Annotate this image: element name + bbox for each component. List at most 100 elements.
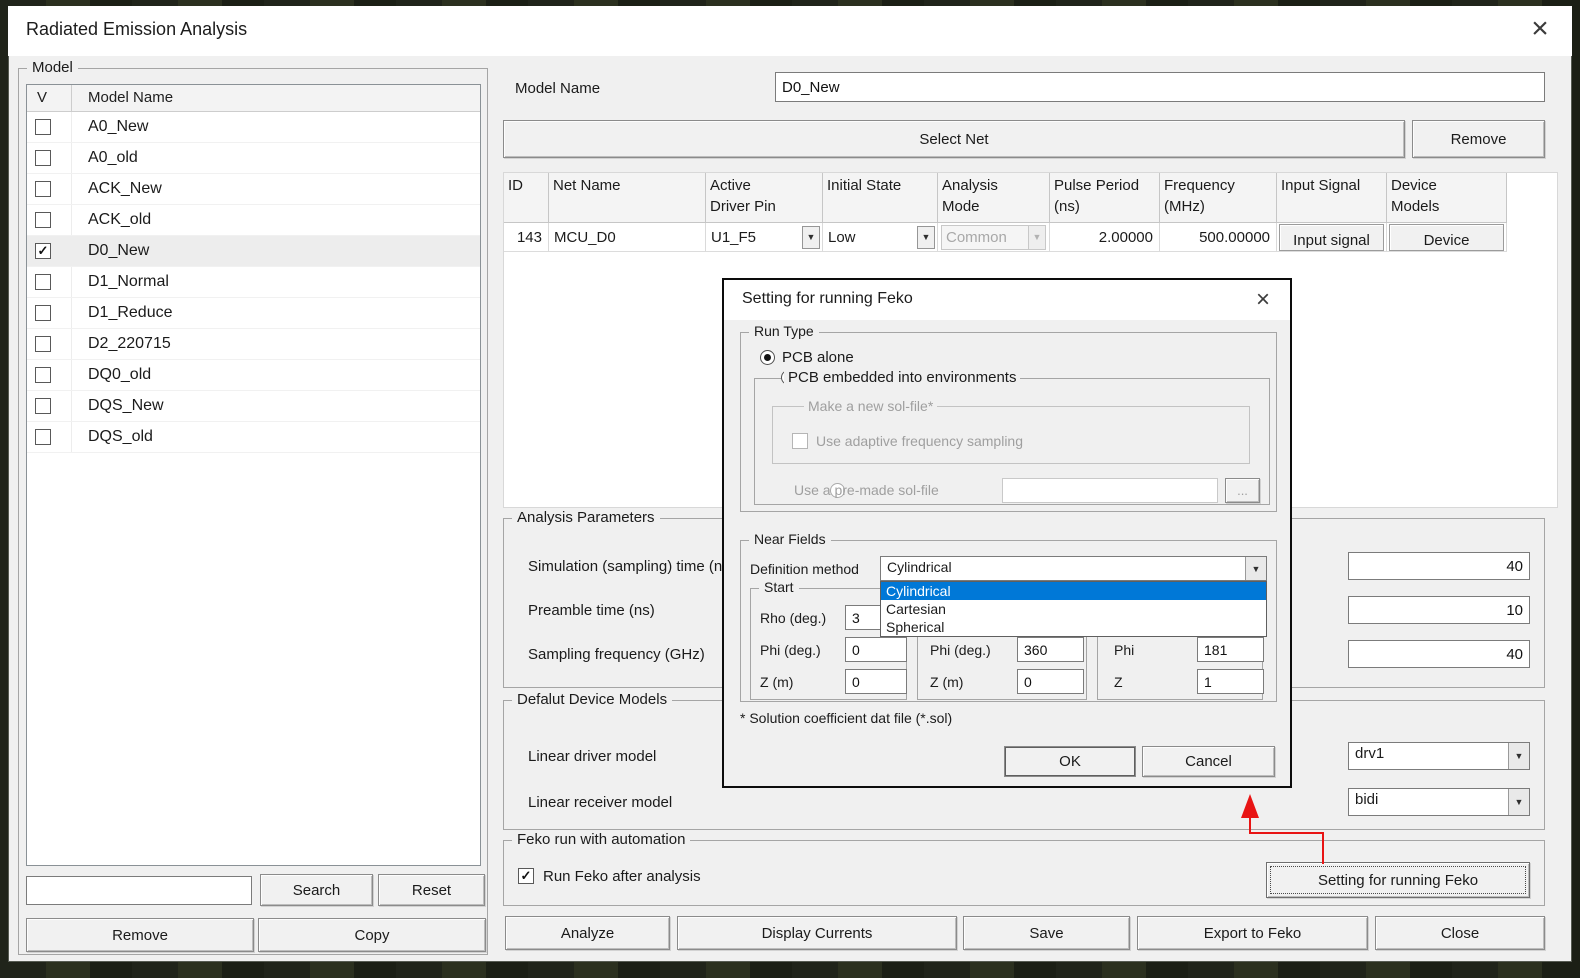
definition-method-combo[interactable]: Cylindrical ▼ [880,556,1267,581]
setting-for-running-feko-button[interactable]: Setting for running Feko [1266,862,1530,898]
linear-receiver-model-combo[interactable]: bidi ▼ [1348,788,1530,816]
list-item[interactable]: DQS_New [27,391,480,422]
model-remove-button[interactable]: Remove [26,918,254,952]
premade-sol-path-input[interactable] [1002,478,1218,503]
analyze-button[interactable]: Analyze [505,916,670,950]
col-active-driver-pin: Active Driver Pin [706,173,823,223]
chevron-down-icon[interactable]: ▼ [917,226,935,249]
save-button[interactable]: Save [963,916,1130,950]
cancel-button[interactable]: Cancel [1142,746,1275,777]
model-checkbox[interactable] [35,274,51,290]
checkbox-cell [27,422,72,452]
window-close-icon[interactable]: × [1522,12,1558,48]
model-list-header-name: Model Name [72,85,480,111]
col-analysis-mode: Analysis Mode [938,173,1050,223]
list-item[interactable]: D1_Reduce [27,298,480,329]
dialog-close-icon[interactable]: × [1248,286,1278,316]
feko-settings-dialog: Setting for running Feko × Run Type PCB … [722,278,1292,788]
net-table-row[interactable]: 143 MCU_D0 U1_F5 ▼ Low ▼ Common ▼ 2.0000… [504,223,1557,252]
model-checkbox[interactable] [35,305,51,321]
receiver-model-value: bidi [1349,789,1508,815]
model-checkbox[interactable] [35,119,51,135]
dialog-title: Setting for running Feko [742,290,913,308]
dropdown-option[interactable]: Cartesian [881,600,1266,618]
definition-method-label: Definition method [750,561,859,577]
driver-model-value: drv1 [1349,743,1508,769]
adaptive-sampling-checkbox[interactable] [792,433,808,449]
cell-frequency[interactable]: 500.00000 [1160,223,1277,252]
list-item[interactable]: DQS_old [27,422,480,453]
points-phi-input[interactable] [1197,637,1264,662]
cell-active-driver-pin[interactable]: U1_F5 ▼ [706,223,823,252]
chevron-down-icon[interactable]: ▼ [802,226,820,249]
net-remove-button[interactable]: Remove [1412,120,1545,158]
list-item[interactable]: A0_New [27,112,480,143]
dropdown-option[interactable]: Cylindrical [881,582,1266,600]
model-name: D0_New [72,242,149,260]
model-name-input[interactable] [775,72,1545,102]
list-item[interactable]: D1_Normal [27,267,480,298]
col-input-signal: Input Signal [1277,173,1387,223]
simulation-time-label: Simulation (sampling) time (ns) [528,558,735,575]
model-copy-button[interactable]: Copy [258,918,486,952]
model-list-header: V Model Name [27,85,480,112]
start-group-label: Start [759,579,799,595]
simulation-time-input[interactable] [1348,552,1530,580]
ok-button[interactable]: OK [1004,746,1136,777]
checkbox-cell [27,391,72,421]
preamble-time-input[interactable] [1348,596,1530,624]
list-item[interactable]: ACK_New [27,174,480,205]
chevron-down-icon[interactable]: ▼ [1508,789,1529,815]
model-checkbox[interactable] [35,367,51,383]
search-button[interactable]: Search [260,874,373,906]
checkbox-cell [27,143,72,173]
model-checkbox[interactable]: ✓ [35,243,51,259]
points-z-input[interactable] [1197,669,1264,694]
initial-state-value: Low [823,229,856,246]
list-item[interactable]: DQ0_old [27,360,480,391]
list-item[interactable]: ACK_old [27,205,480,236]
model-search-input[interactable] [26,876,252,905]
model-checkbox[interactable] [35,398,51,414]
start-z-input[interactable] [845,669,907,694]
pcb-alone-radio[interactable] [760,350,775,365]
end-phi-input[interactable] [1017,637,1084,662]
model-name: ACK_old [72,211,151,229]
list-item[interactable]: ✓ D0_New [27,236,480,267]
model-name: D2_220715 [72,335,171,353]
sampling-frequency-input[interactable] [1348,640,1530,668]
list-item[interactable]: D2_220715 [27,329,480,360]
cell-id: 143 [504,223,549,252]
model-group-label: Model [27,59,78,76]
dropdown-option[interactable]: Spherical [881,618,1266,636]
end-z-input[interactable] [1017,669,1084,694]
cell-pulse-period[interactable]: 2.00000 [1050,223,1160,252]
device-models-button[interactable]: Device [1389,224,1504,251]
model-checkbox[interactable] [35,336,51,352]
chevron-down-icon[interactable]: ▼ [1245,557,1266,580]
list-item[interactable]: A0_old [27,143,480,174]
start-phi-input[interactable] [845,637,907,662]
reset-button[interactable]: Reset [378,874,485,906]
model-list-header-check: V [27,85,72,111]
linear-driver-model-combo[interactable]: drv1 ▼ [1348,742,1530,770]
col-initial-state: Initial State [823,173,938,223]
browse-button[interactable]: ... [1225,478,1260,503]
sampling-frequency-label: Sampling frequency (GHz) [528,646,705,663]
chevron-down-icon[interactable]: ▼ [1508,743,1529,769]
cell-initial-state[interactable]: Low ▼ [823,223,938,252]
export-to-feko-button[interactable]: Export to Feko [1137,916,1368,950]
close-button[interactable]: Close [1375,916,1545,950]
model-checkbox[interactable] [35,150,51,166]
run-feko-checkbox[interactable]: ✓ [518,868,534,884]
model-checkbox[interactable] [35,212,51,228]
select-net-button[interactable]: Select Net [503,120,1405,158]
input-signal-button[interactable]: Input signal [1279,224,1384,251]
model-checkbox[interactable] [35,181,51,197]
display-currents-button[interactable]: Display Currents [677,916,957,950]
definition-method-value: Cylindrical [881,557,1245,580]
sol-footnote: * Solution coefficient dat file (*.sol) [740,710,952,726]
points-phi-label: Phi [1114,642,1134,658]
linear-driver-model-label: Linear driver model [528,748,656,765]
model-checkbox[interactable] [35,429,51,445]
